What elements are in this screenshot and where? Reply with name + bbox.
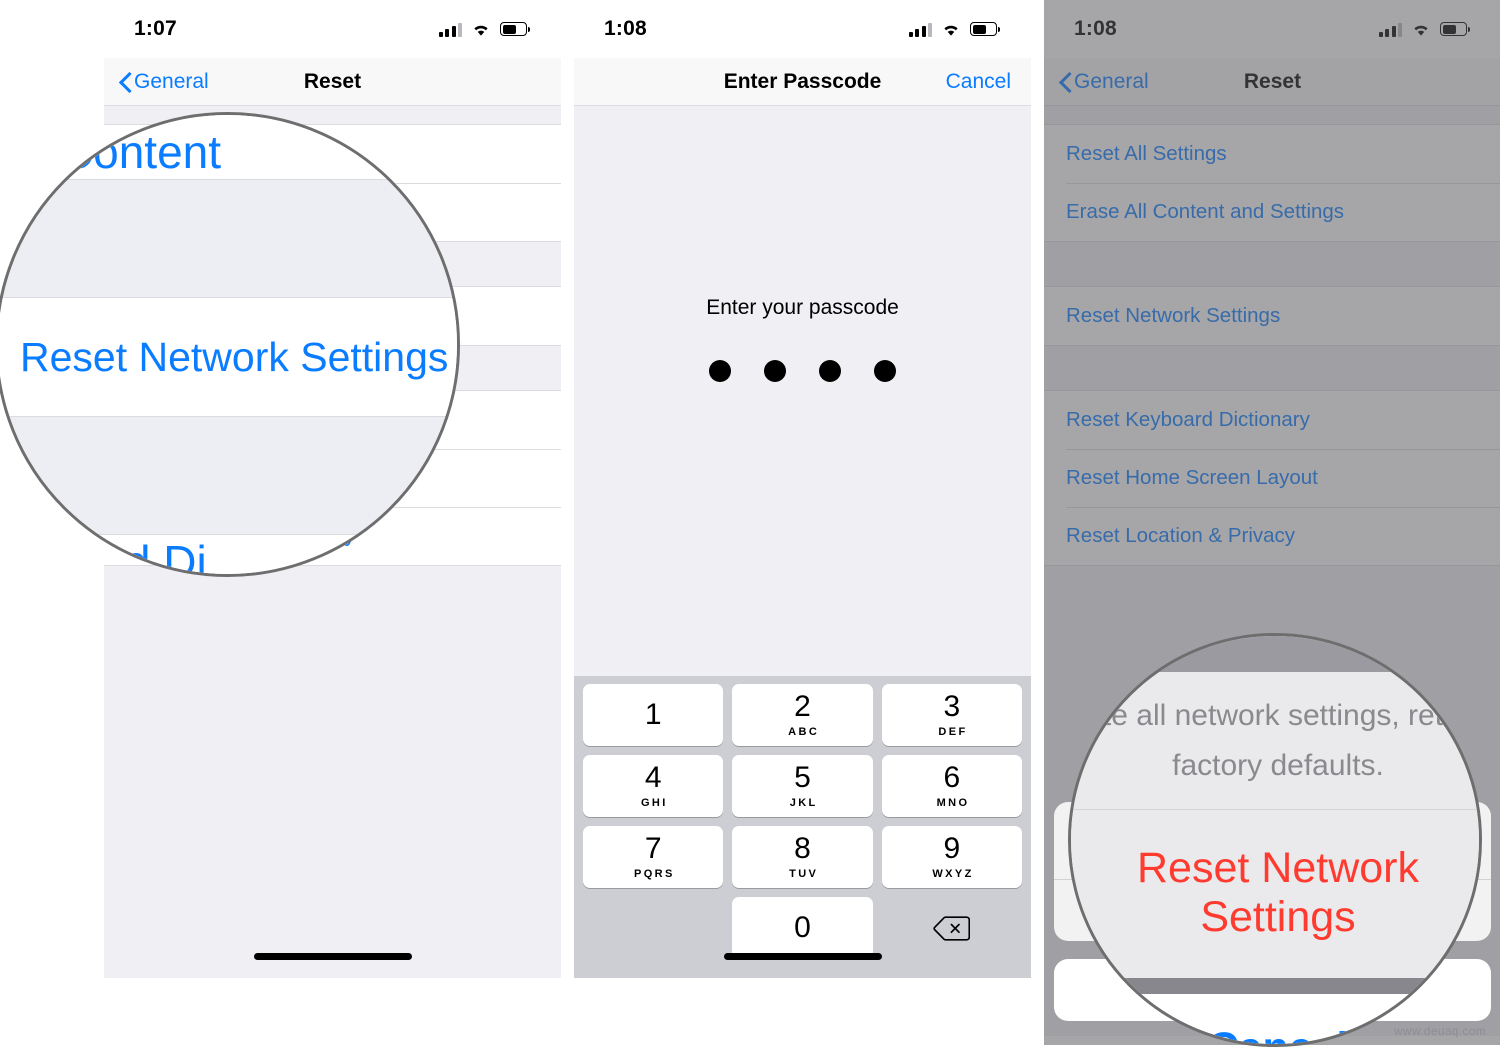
home-indicator [253,953,412,960]
key-letters: PQRS [633,868,675,880]
list-item-erase-all-content[interactable]: Erase All Content and Settings [1044,183,1500,241]
screenshot-canvas: 1:07 General Reset Reset All Settings Er… [0,0,1500,1051]
list-gap-1 [1044,242,1500,286]
key-2[interactable]: 2 ABC [732,684,873,746]
key-delete[interactable] [882,897,1022,959]
magnified-dim-strip [1071,636,1479,672]
page-title: Reset [1243,69,1302,93]
page-title: Reset [303,69,362,93]
magnified-partial-bottom-label: t Keyboard Di [0,535,457,574]
magnified-reset-network-settings[interactable]: Reset Network Settings [0,298,457,416]
cellular-bars-icon [438,22,462,37]
nav-bar: General Reset [1044,58,1500,106]
passcode-dot [764,360,786,382]
passcode-prompt: Enter your passcode [706,296,899,319]
wifi-icon [471,22,491,37]
list-group-2: Reset Network Settings [1044,286,1500,346]
wifi-icon [1411,22,1431,37]
key-5[interactable]: 5 JKL [732,755,873,817]
numeric-keypad: 1 2 ABC 3 DEF 4 GHI 5 JKL 6 MNO 7 PQRS 8… [574,676,1031,978]
cancel-button[interactable]: Cancel [946,70,1011,94]
key-number: 5 [794,761,811,794]
backspace-delete-icon [933,915,971,942]
key-8[interactable]: 8 TUV [732,826,873,888]
status-icons [438,22,531,37]
status-bar: 1:07 [104,0,561,58]
home-indicator [723,953,882,960]
list-item-reset-keyboard-dictionary[interactable]: Reset Keyboard Dictionary [1044,391,1500,449]
keypad-row-2: 4 GHI 5 JKL 6 MNO [583,755,1022,817]
magnified-partial-top-label: All Content [0,115,457,179]
passcode-dot [874,360,896,382]
status-icons [1378,22,1471,37]
magnified-gap-2 [0,417,457,534]
magnified-sheet-gap [1071,978,1479,994]
key-letters: ABC [788,726,820,738]
key-3[interactable]: 3 DEF [881,684,1022,746]
list-item-reset-location-privacy[interactable]: Reset Location & Privacy [1044,507,1500,565]
passcode-dot [819,360,841,382]
key-letters: JKL [789,797,818,809]
key-9[interactable]: 9 WXYZ [881,826,1022,888]
list-group-1: Reset All Settings Erase All Content and… [1044,124,1500,242]
keypad-row-4: 0 [583,897,1022,959]
status-bar: 1:08 [1044,0,1500,58]
key-letters: DEF [938,726,968,738]
status-bar: 1:08 [574,0,1031,58]
battery-icon [500,22,531,36]
key-letters: MNO [936,797,970,809]
key-6[interactable]: 6 MNO [881,755,1022,817]
key-number: 6 [943,761,961,794]
cellular-bars-icon [1378,22,1402,37]
phone-screenshot-2: 1:08 Enter Passcode Cancel Enter your pa… [574,0,1031,978]
status-icons [908,22,1001,37]
status-time: 1:08 [1074,17,1117,40]
key-number: 2 [794,690,811,723]
magnified-sheet-message-line1: ete all network settings, retur [1086,699,1470,732]
key-number: 9 [943,832,961,865]
key-number: 3 [943,690,961,723]
passcode-body: Enter your passcode [574,106,1031,676]
magnified-gap-1 [0,180,457,297]
magnifier-callout-2: ete all network settings, retur factory … [1068,633,1482,1047]
keypad-row-3: 7 PQRS 8 TUV 9 WXYZ [583,826,1022,888]
key-letters: GHI [640,797,668,809]
status-time: 1:07 [134,17,177,40]
magnified-cancel-card: Cancel [1071,994,1479,1044]
list-item-reset-network-settings[interactable]: Reset Network Settings [1044,287,1500,345]
key-1[interactable]: 1 [583,684,724,746]
list-item-reset-all-settings[interactable]: Reset All Settings [1044,125,1500,183]
key-4[interactable]: 4 GHI [583,755,724,817]
key-7[interactable]: 7 PQRS [583,826,724,888]
list-group-3: Reset Keyboard Dictionary Reset Home Scr… [1044,390,1500,566]
key-number: 7 [644,832,662,865]
magnified-sheet-card: ete all network settings, retur factory … [1071,672,1479,978]
cellular-bars-icon [908,22,932,37]
list-bottom-filler [104,566,561,972]
passcode-dot [709,360,731,382]
key-number: 1 [644,698,662,731]
key-number: 4 [644,761,662,794]
list-gap-2 [1044,346,1500,390]
key-blank [583,897,723,959]
list-item-reset-home-screen-layout[interactable]: Reset Home Screen Layout [1044,449,1500,507]
key-letters: TUV [789,868,819,880]
key-number: 0 [794,911,811,944]
battery-icon [1440,22,1471,36]
key-0[interactable]: 0 [732,897,873,959]
magnified-sheet-message-line2: factory defaults. [1172,748,1384,782]
wifi-icon [941,22,961,37]
passcode-dots [709,360,896,382]
magnified-reset-network-settings[interactable]: Reset Network Settings [1071,810,1479,978]
site-watermark: www.deuaq.com [1394,1024,1486,1038]
battery-icon [970,22,1001,36]
key-number: 8 [794,832,811,865]
nav-bar: General Reset [104,58,561,106]
magnifier-callout-1: All Content Reset Network Settings t Key… [0,112,460,577]
keypad-row-1: 1 2 ABC 3 DEF [583,684,1022,746]
key-letters: WXYZ [932,868,974,880]
nav-bar: Enter Passcode Cancel [574,58,1031,106]
status-time: 1:08 [604,17,647,40]
list-top-spacer [1044,106,1500,124]
